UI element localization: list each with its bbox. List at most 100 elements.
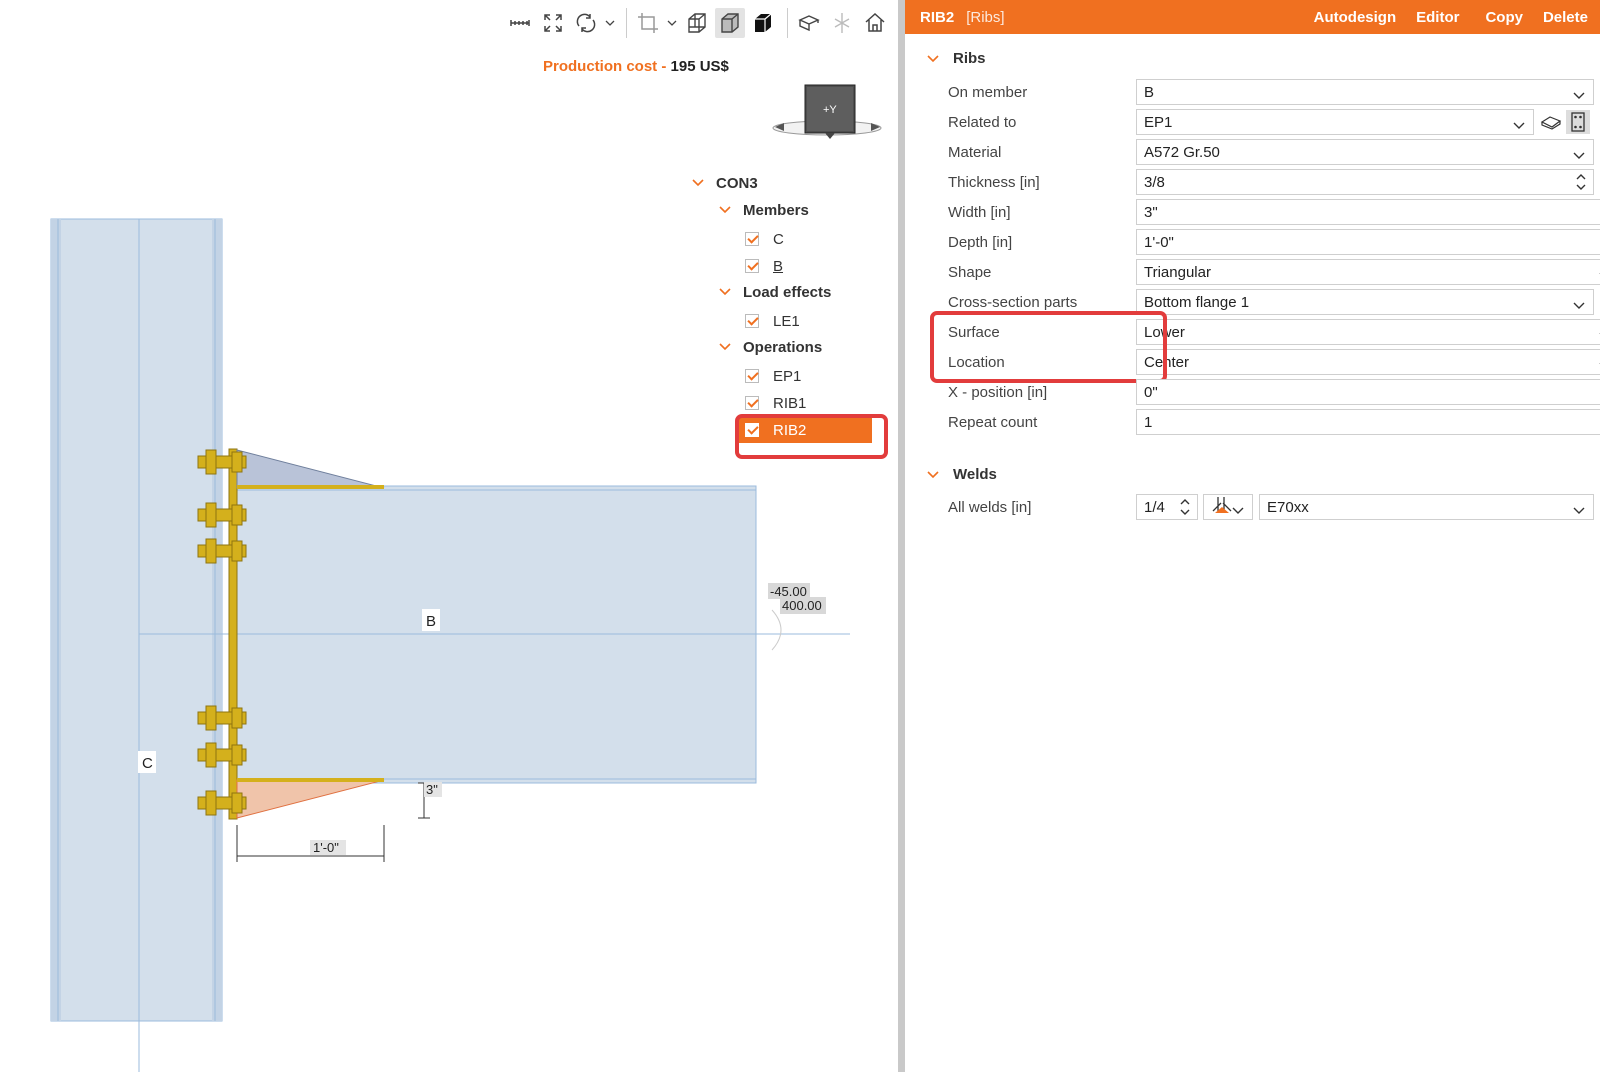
- electrode-select[interactable]: E70xx: [1259, 494, 1594, 520]
- editor-button[interactable]: Editor: [1416, 9, 1459, 26]
- tree-item-rib1[interactable]: RIB1: [745, 390, 806, 416]
- prop-on-member: On member B: [948, 78, 1598, 106]
- panel-splitter[interactable]: [898, 0, 905, 1072]
- highlight-box-surface-location: [930, 311, 1167, 383]
- chevron-down-icon: [1573, 502, 1585, 519]
- navigation-cube[interactable]: +Y: [770, 83, 885, 147]
- checkbox[interactable]: [745, 396, 759, 410]
- weld-size-stepper[interactable]: 1/4: [1136, 494, 1198, 520]
- shape-select[interactable]: Triangular: [1136, 259, 1600, 285]
- chevron-down-icon: [1573, 297, 1585, 314]
- angle-label: -45.00: [770, 584, 807, 599]
- checkbox[interactable]: [745, 259, 759, 273]
- tree-item-label: C: [773, 230, 784, 248]
- field-value: A572 Gr.50: [1144, 143, 1220, 161]
- field-value: E70xx: [1267, 498, 1309, 516]
- field-value: 1'-0": [1144, 233, 1174, 251]
- prop-label: Width [in]: [948, 203, 1011, 221]
- field-value: 3": [1144, 203, 1158, 221]
- dim-width-label: 3": [426, 782, 438, 797]
- depth-input[interactable]: 1'-0": [1136, 229, 1600, 255]
- weld-type-select[interactable]: [1203, 494, 1253, 520]
- tree-item-ep1[interactable]: EP1: [745, 363, 801, 389]
- tree-group-load-effects[interactable]: Load effects: [717, 279, 831, 305]
- surface-select[interactable]: Lower: [1136, 319, 1600, 345]
- tree-group-operations[interactable]: Operations: [717, 334, 822, 360]
- chevron-down-icon[interactable]: [925, 51, 941, 67]
- material-select[interactable]: A572 Gr.50: [1136, 139, 1594, 165]
- autodesign-button[interactable]: Autodesign: [1314, 9, 1397, 26]
- section-icon[interactable]: [794, 8, 824, 38]
- member-c-label: C: [142, 755, 153, 772]
- chevron-down-icon[interactable]: [925, 467, 941, 483]
- chevron-down-icon[interactable]: [690, 175, 706, 191]
- x-position-input[interactable]: 0": [1136, 379, 1600, 405]
- chevron-down-icon[interactable]: [604, 8, 616, 38]
- bolt-grid-icon[interactable]: [1566, 110, 1590, 134]
- crop-icon[interactable]: [633, 8, 663, 38]
- section-welds-label: Welds: [953, 466, 997, 483]
- wireframe-cube-icon[interactable]: [682, 8, 712, 38]
- shaded-cube-icon[interactable]: [715, 8, 745, 38]
- chevron-down-icon[interactable]: [717, 202, 733, 218]
- member-b[interactable]: [139, 485, 850, 784]
- production-cost-value: 195 US$: [670, 58, 729, 75]
- tree-item-label: B: [773, 257, 784, 275]
- section-ribs[interactable]: Ribs: [925, 50, 986, 67]
- prop-label: Cross-section parts: [948, 293, 1078, 311]
- plate-icon[interactable]: [1539, 110, 1563, 134]
- prop-x-position: X - position [in] 0": [948, 378, 1600, 406]
- related-to-select[interactable]: EP1: [1136, 109, 1534, 135]
- member-c[interactable]: [50, 218, 223, 1072]
- prop-all-welds: All welds [in] 1/4 E70xx: [948, 493, 1598, 521]
- prop-label: On member: [948, 83, 1028, 101]
- connection-scene[interactable]: C B -45.00 400.00 3" 1'-0": [0, 0, 898, 1072]
- rib2-shape[interactable]: [236, 779, 385, 819]
- rotate-icon[interactable]: [571, 8, 601, 38]
- chevron-down-icon[interactable]: [717, 339, 733, 355]
- solid-cube-icon[interactable]: [748, 8, 778, 38]
- location-select[interactable]: Center: [1136, 349, 1600, 375]
- field-value: 1/4: [1144, 498, 1165, 516]
- section-welds[interactable]: Welds: [925, 466, 997, 483]
- copy-button[interactable]: Copy: [1485, 9, 1523, 26]
- repeat-count-input[interactable]: 1: [1136, 409, 1600, 435]
- prop-label: X - position [in]: [948, 383, 1048, 401]
- checkbox[interactable]: [745, 232, 759, 246]
- tree-root[interactable]: CON3: [690, 170, 758, 196]
- rib1-shape[interactable]: [236, 449, 385, 489]
- section-ribs-label: Ribs: [953, 50, 986, 67]
- length-label: 400.00: [782, 598, 822, 613]
- tree-item-b[interactable]: B: [745, 253, 783, 279]
- measure-icon[interactable]: [505, 8, 535, 38]
- prop-material: Material A572 Gr.50: [948, 138, 1598, 166]
- thickness-stepper[interactable]: 3/8: [1136, 169, 1594, 195]
- tree-item-c[interactable]: C: [745, 226, 784, 252]
- tree-group-label: Operations: [743, 338, 823, 356]
- width-input[interactable]: 3": [1136, 199, 1600, 225]
- clip-icon[interactable]: [827, 8, 857, 38]
- on-member-select[interactable]: B: [1136, 79, 1594, 105]
- fillet-weld-icon: [1211, 495, 1233, 519]
- prop-label: Related to: [948, 113, 1017, 131]
- panel-actions: Autodesign Editor Copy Delete: [1314, 9, 1600, 26]
- spinner-icon[interactable]: [1179, 497, 1191, 521]
- toolbar-divider: [626, 8, 627, 38]
- fit-view-icon[interactable]: [538, 8, 568, 38]
- prop-related-to: Related to EP1: [948, 108, 1598, 136]
- properties-panel: RIB2 [Ribs] Autodesign Editor Copy Delet…: [905, 0, 1600, 1072]
- cross-section-parts-select[interactable]: Bottom flange 1: [1136, 289, 1594, 315]
- checkbox[interactable]: [745, 314, 759, 328]
- checkbox[interactable]: [745, 369, 759, 383]
- chevron-down-icon[interactable]: [717, 284, 733, 300]
- 3d-viewport[interactable]: C B -45.00 400.00 3" 1'-0" Production co…: [0, 0, 898, 1072]
- highlight-box-rib2: [735, 414, 888, 459]
- chevron-down-icon[interactable]: [666, 8, 678, 38]
- prop-label: Repeat count: [948, 413, 1038, 431]
- home-icon[interactable]: [860, 8, 890, 38]
- delete-button[interactable]: Delete: [1543, 9, 1588, 26]
- tree-group-members[interactable]: Members: [717, 197, 809, 223]
- prop-label: All welds [in]: [948, 498, 1032, 516]
- spinner-icon[interactable]: [1575, 172, 1587, 196]
- tree-item-le1[interactable]: LE1: [745, 308, 800, 334]
